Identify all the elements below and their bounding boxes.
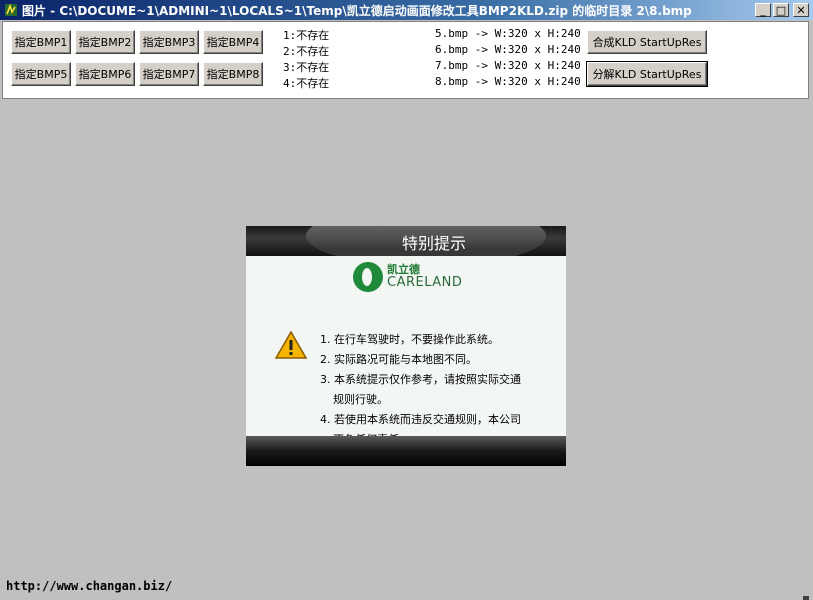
slot6-status: 6.bmp -> W:320 x H:240	[435, 43, 581, 56]
notice-item-2: 2. 实际路况可能与本地图不同。	[320, 353, 477, 366]
preview-title: 特别提示	[401, 234, 466, 253]
assign-bmp6-button[interactable]: 指定BMP6	[75, 62, 135, 86]
window-titlebar[interactable]: 图片 - C:\DOCUME~1\ADMINI~1\LOCALS~1\Temp\…	[0, 0, 813, 20]
minimize-button[interactable]: _	[755, 3, 771, 17]
slot4-status: 4:不存在	[283, 77, 330, 90]
assign-bmp3-button[interactable]: 指定BMP3	[139, 30, 199, 54]
maximize-icon: □	[775, 3, 787, 17]
assign-bmp5-button[interactable]: 指定BMP5	[11, 62, 71, 86]
close-button[interactable]: ✕	[793, 3, 809, 17]
close-icon: ✕	[796, 3, 806, 17]
app-bmp-icon	[4, 3, 18, 17]
split-kld-button[interactable]: 分解KLD StartUpRes	[586, 61, 708, 87]
preview-footer	[246, 436, 566, 466]
preview-body: 凯立德 CARELAND 1. 在行车驾驶时，不要操作此系统。 2. 实际路况可…	[246, 256, 566, 446]
bmp-preview-image: 特别提示 凯立德 CARELAND 1. 在行车驾驶时，不要操作此系统。 2. …	[246, 226, 566, 466]
notice-list: 1. 在行车驾驶时，不要操作此系统。 2. 实际路况可能与本地图不同。 3. 本…	[320, 330, 560, 450]
combine-kld-button[interactable]: 合成KLD StartUpRes	[587, 30, 707, 54]
resize-grip[interactable]	[803, 596, 809, 600]
minimize-icon: _	[760, 3, 766, 17]
notice-item-3: 3. 本系统提示仅作参考，请按照实际交通	[320, 373, 521, 386]
slot2-status: 2:不存在	[283, 45, 330, 58]
assign-bmp7-button[interactable]: 指定BMP7	[139, 62, 199, 86]
toolbar-panel: 指定BMP1 指定BMP2 指定BMP3 指定BMP4 指定BMP5 指定BMP…	[2, 21, 809, 99]
slot5-status: 5.bmp -> W:320 x H:240	[435, 27, 581, 40]
slot7-status: 7.bmp -> W:320 x H:240	[435, 59, 581, 72]
logo-english-name: CARELAND	[387, 274, 463, 290]
careland-logo: 凯立德 CARELAND	[353, 260, 463, 294]
careland-logo-icon	[353, 262, 383, 292]
assign-bmp4-button[interactable]: 指定BMP4	[203, 30, 263, 54]
preview-header: 特别提示	[246, 226, 566, 256]
slot1-status: 1:不存在	[283, 29, 330, 42]
slot8-status: 8.bmp -> W:320 x H:240	[435, 75, 581, 88]
slot3-status: 3:不存在	[283, 61, 330, 74]
notice-item-4: 4. 若使用本系统而违反交通规则，本公司	[320, 413, 521, 426]
window-title: 图片 - C:\DOCUME~1\ADMINI~1\LOCALS~1\Temp\…	[22, 3, 692, 18]
assign-bmp1-button[interactable]: 指定BMP1	[11, 30, 71, 54]
notice-item-1: 1. 在行车驾驶时，不要操作此系统。	[320, 333, 499, 346]
website-url-text[interactable]: http://www.changan.biz/	[6, 579, 172, 593]
assign-bmp2-button[interactable]: 指定BMP2	[75, 30, 135, 54]
notice-item-3-cont: 规则行驶。	[333, 393, 388, 406]
assign-bmp8-button[interactable]: 指定BMP8	[203, 62, 263, 86]
warning-triangle-icon	[274, 330, 308, 360]
maximize-button[interactable]: □	[773, 3, 789, 17]
